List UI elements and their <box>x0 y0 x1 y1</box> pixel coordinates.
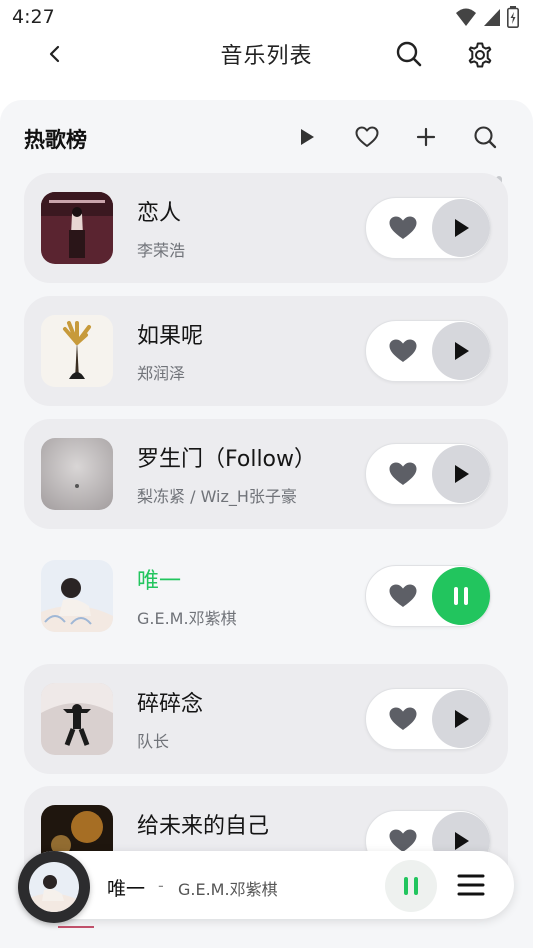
mini-player-disc[interactable] <box>18 851 90 923</box>
add-button[interactable] <box>410 121 442 153</box>
favorite-button[interactable] <box>386 336 420 366</box>
now-playing-title: 唯一 <box>107 878 146 900</box>
pause-icon <box>404 877 418 895</box>
play-icon <box>455 832 469 850</box>
play-all-button[interactable] <box>291 121 323 153</box>
favorite-button[interactable] <box>386 213 420 243</box>
album-cover <box>41 315 113 387</box>
album-cover <box>41 438 113 510</box>
app-bar: 音乐列表 <box>0 34 533 74</box>
song-controls <box>365 565 491 627</box>
settings-button[interactable] <box>462 37 498 73</box>
mini-pause-button[interactable] <box>385 860 437 912</box>
heart-icon <box>389 216 417 239</box>
search-icon <box>396 41 422 67</box>
favorite-all-button[interactable] <box>351 121 383 153</box>
song-title: 恋人 <box>137 201 182 226</box>
song-controls <box>365 443 491 505</box>
song-title: 碎碎念 <box>137 692 204 717</box>
status-time: 4:27 <box>12 6 55 28</box>
play-icon <box>455 465 469 483</box>
list-search-button[interactable] <box>469 121 501 153</box>
play-button[interactable] <box>432 322 490 380</box>
song-item-playing[interactable]: 唯一 G.E.M.邓紫棋 <box>24 541 508 651</box>
album-cover <box>41 192 113 264</box>
play-button[interactable] <box>432 445 490 503</box>
song-title: 给未来的自己 <box>137 814 270 839</box>
play-button[interactable] <box>432 199 490 257</box>
song-artist: 队长 <box>137 732 170 751</box>
favorite-button[interactable] <box>386 704 420 734</box>
song-artist: 梨冻紧 / Wiz_H张子豪 <box>137 487 297 506</box>
status-icons <box>455 6 519 28</box>
album-cover <box>41 560 113 632</box>
play-button[interactable] <box>432 690 490 748</box>
heart-icon <box>389 584 417 607</box>
menu-icon <box>457 874 485 896</box>
album-cover <box>41 683 113 755</box>
progress-marker <box>58 926 94 928</box>
song-title: 唯一 <box>137 569 182 594</box>
song-controls <box>365 688 491 750</box>
wifi-icon <box>456 8 476 26</box>
pause-button[interactable] <box>432 567 490 625</box>
heart-icon <box>389 707 417 730</box>
plus-icon <box>416 127 436 147</box>
song-artist: 郑润泽 <box>137 364 186 383</box>
now-playing-cover <box>29 862 79 912</box>
favorite-button[interactable] <box>386 581 420 611</box>
play-icon <box>455 219 469 237</box>
play-icon <box>455 710 469 728</box>
page-title: 音乐列表 <box>220 44 313 69</box>
song-item[interactable]: 罗生门（Follow） 梨冻紧 / Wiz_H张子豪 <box>24 419 508 529</box>
song-item[interactable]: 碎碎念 队长 <box>24 664 508 774</box>
signal-icon <box>484 9 500 26</box>
song-title: 如果呢 <box>137 324 204 349</box>
pause-icon <box>454 587 468 605</box>
status-bar: 4:27 <box>0 0 533 36</box>
play-icon <box>455 342 469 360</box>
battery-icon <box>507 6 519 28</box>
play-icon <box>301 129 314 145</box>
song-item[interactable]: 恋人 李荣浩 <box>24 173 508 283</box>
now-playing-separator: - <box>158 876 164 895</box>
favorite-button[interactable] <box>386 459 420 489</box>
heart-icon <box>389 339 417 362</box>
playlist-menu-button[interactable] <box>452 866 490 904</box>
gear-icon <box>468 42 492 68</box>
heart-outline-icon <box>355 126 379 147</box>
header-search-button[interactable] <box>392 37 426 71</box>
song-controls <box>365 197 491 259</box>
heart-icon <box>389 462 417 485</box>
now-playing-artist: G.E.M.邓紫棋 <box>178 880 278 899</box>
song-artist: 李荣浩 <box>137 241 186 260</box>
song-title: 罗生门（Follow） <box>137 447 317 472</box>
song-controls <box>365 320 491 382</box>
song-artist: G.E.M.邓紫棋 <box>137 609 237 628</box>
search-icon <box>474 126 497 149</box>
section-title: 热歌榜 <box>24 128 87 152</box>
song-item[interactable]: 如果呢 郑润泽 <box>24 296 508 406</box>
